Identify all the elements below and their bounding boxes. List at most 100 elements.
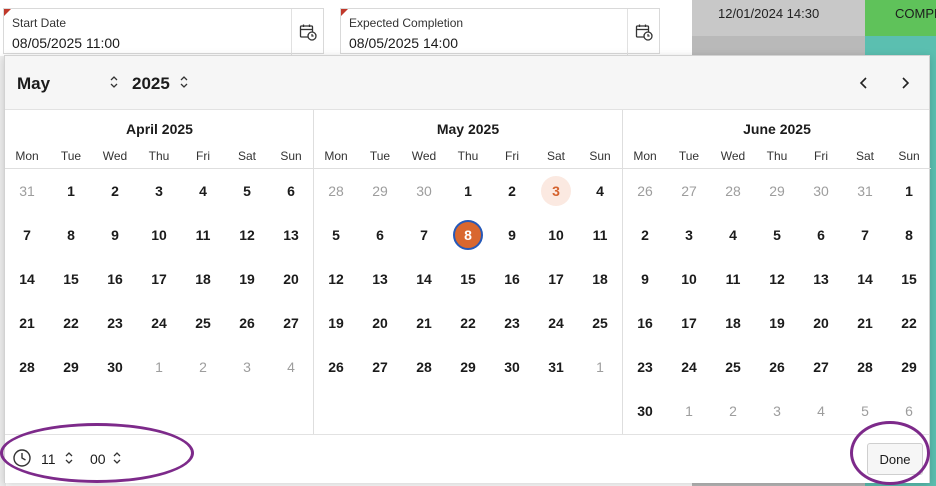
day-cell[interactable]: 5 [850, 396, 880, 426]
day-cell[interactable]: 26 [232, 308, 262, 338]
day-cell[interactable]: 10 [541, 220, 571, 250]
day-cell[interactable]: 10 [144, 220, 174, 250]
day-cell[interactable]: 4 [188, 176, 218, 206]
day-cell[interactable]: 21 [850, 308, 880, 338]
day-cell[interactable]: 27 [276, 308, 306, 338]
day-cell[interactable]: 22 [894, 308, 924, 338]
day-cell[interactable]: 30 [806, 176, 836, 206]
day-cell[interactable]: 5 [762, 220, 792, 250]
day-cell[interactable]: 14 [12, 264, 42, 294]
expected-completion-field[interactable]: Expected Completion 08/05/2025 14:00 [340, 8, 660, 55]
day-cell[interactable]: 16 [630, 308, 660, 338]
day-cell[interactable]: 2 [497, 176, 527, 206]
day-cell[interactable]: 6 [806, 220, 836, 250]
day-cell[interactable]: 7 [850, 220, 880, 250]
day-cell[interactable]: 13 [365, 264, 395, 294]
day-cell[interactable]: 11 [585, 220, 615, 250]
day-cell[interactable]: 20 [806, 308, 836, 338]
day-cell[interactable]: 12 [321, 264, 351, 294]
year-select[interactable]: 2025 [132, 74, 170, 94]
day-cell[interactable]: 22 [56, 308, 86, 338]
year-select-updown-icon[interactable] [179, 75, 189, 89]
day-cell[interactable]: 30 [409, 176, 439, 206]
day-cell[interactable]: 6 [276, 176, 306, 206]
day-cell[interactable]: 21 [12, 308, 42, 338]
day-cell[interactable]: 27 [365, 352, 395, 382]
day-cell[interactable]: 7 [12, 220, 42, 250]
day-cell[interactable]: 19 [321, 308, 351, 338]
day-cell-selected[interactable]: 8 [453, 220, 483, 250]
day-cell[interactable]: 1 [453, 176, 483, 206]
day-cell[interactable]: 4 [806, 396, 836, 426]
day-cell[interactable]: 6 [365, 220, 395, 250]
day-cell[interactable]: 28 [409, 352, 439, 382]
day-cell[interactable]: 22 [453, 308, 483, 338]
day-cell[interactable]: 4 [276, 352, 306, 382]
day-cell[interactable]: 24 [541, 308, 571, 338]
day-cell[interactable]: 31 [12, 176, 42, 206]
day-cell[interactable]: 21 [409, 308, 439, 338]
day-cell[interactable]: 16 [497, 264, 527, 294]
day-cell[interactable]: 3 [674, 220, 704, 250]
day-cell[interactable]: 29 [894, 352, 924, 382]
day-cell[interactable]: 31 [541, 352, 571, 382]
day-cell[interactable]: 10 [674, 264, 704, 294]
day-cell[interactable]: 23 [630, 352, 660, 382]
day-cell[interactable]: 9 [630, 264, 660, 294]
day-cell[interactable]: 1 [585, 352, 615, 382]
day-cell[interactable]: 28 [321, 176, 351, 206]
day-cell[interactable]: 23 [100, 308, 130, 338]
day-cell[interactable]: 8 [894, 220, 924, 250]
day-cell[interactable]: 17 [541, 264, 571, 294]
day-cell[interactable]: 5 [232, 176, 262, 206]
day-cell[interactable]: 26 [321, 352, 351, 382]
day-cell[interactable]: 25 [585, 308, 615, 338]
day-cell[interactable]: 28 [718, 176, 748, 206]
day-cell[interactable]: 2 [718, 396, 748, 426]
previous-month-button[interactable] [850, 70, 878, 96]
expected-completion-value[interactable]: 08/05/2025 14:00 [349, 35, 458, 51]
day-cell[interactable]: 11 [188, 220, 218, 250]
start-date-value[interactable]: 08/05/2025 11:00 [12, 35, 120, 51]
day-cell[interactable]: 14 [409, 264, 439, 294]
day-cell[interactable]: 30 [100, 352, 130, 382]
day-cell[interactable]: 15 [894, 264, 924, 294]
day-cell[interactable]: 11 [718, 264, 748, 294]
day-cell[interactable]: 19 [232, 264, 262, 294]
day-cell[interactable]: 13 [806, 264, 836, 294]
day-cell[interactable]: 29 [453, 352, 483, 382]
day-cell[interactable]: 18 [718, 308, 748, 338]
day-cell[interactable]: 26 [630, 176, 660, 206]
day-cell[interactable]: 9 [100, 220, 130, 250]
day-cell[interactable]: 30 [497, 352, 527, 382]
day-cell[interactable]: 20 [276, 264, 306, 294]
day-cell[interactable]: 24 [144, 308, 174, 338]
day-cell[interactable]: 19 [762, 308, 792, 338]
day-cell[interactable]: 24 [674, 352, 704, 382]
day-cell[interactable]: 29 [365, 176, 395, 206]
next-month-button[interactable] [891, 70, 919, 96]
day-cell[interactable]: 1 [144, 352, 174, 382]
day-cell[interactable]: 5 [321, 220, 351, 250]
day-cell[interactable]: 28 [12, 352, 42, 382]
day-cell[interactable]: 31 [850, 176, 880, 206]
start-date-calendar-button[interactable] [291, 9, 323, 55]
day-cell[interactable]: 2 [188, 352, 218, 382]
day-cell[interactable]: 1 [56, 176, 86, 206]
day-cell[interactable]: 2 [100, 176, 130, 206]
day-cell[interactable]: 4 [718, 220, 748, 250]
day-cell[interactable]: 27 [806, 352, 836, 382]
day-cell[interactable]: 23 [497, 308, 527, 338]
day-cell[interactable]: 7 [409, 220, 439, 250]
day-cell[interactable]: 15 [56, 264, 86, 294]
day-cell[interactable]: 17 [144, 264, 174, 294]
expected-completion-calendar-button[interactable] [627, 9, 659, 55]
day-cell-today[interactable]: 3 [541, 176, 571, 206]
day-cell[interactable]: 26 [762, 352, 792, 382]
day-cell[interactable]: 16 [100, 264, 130, 294]
day-cell[interactable]: 12 [762, 264, 792, 294]
day-cell[interactable]: 3 [144, 176, 174, 206]
month-select[interactable]: May [17, 74, 50, 94]
day-cell[interactable]: 18 [188, 264, 218, 294]
day-cell[interactable]: 12 [232, 220, 262, 250]
